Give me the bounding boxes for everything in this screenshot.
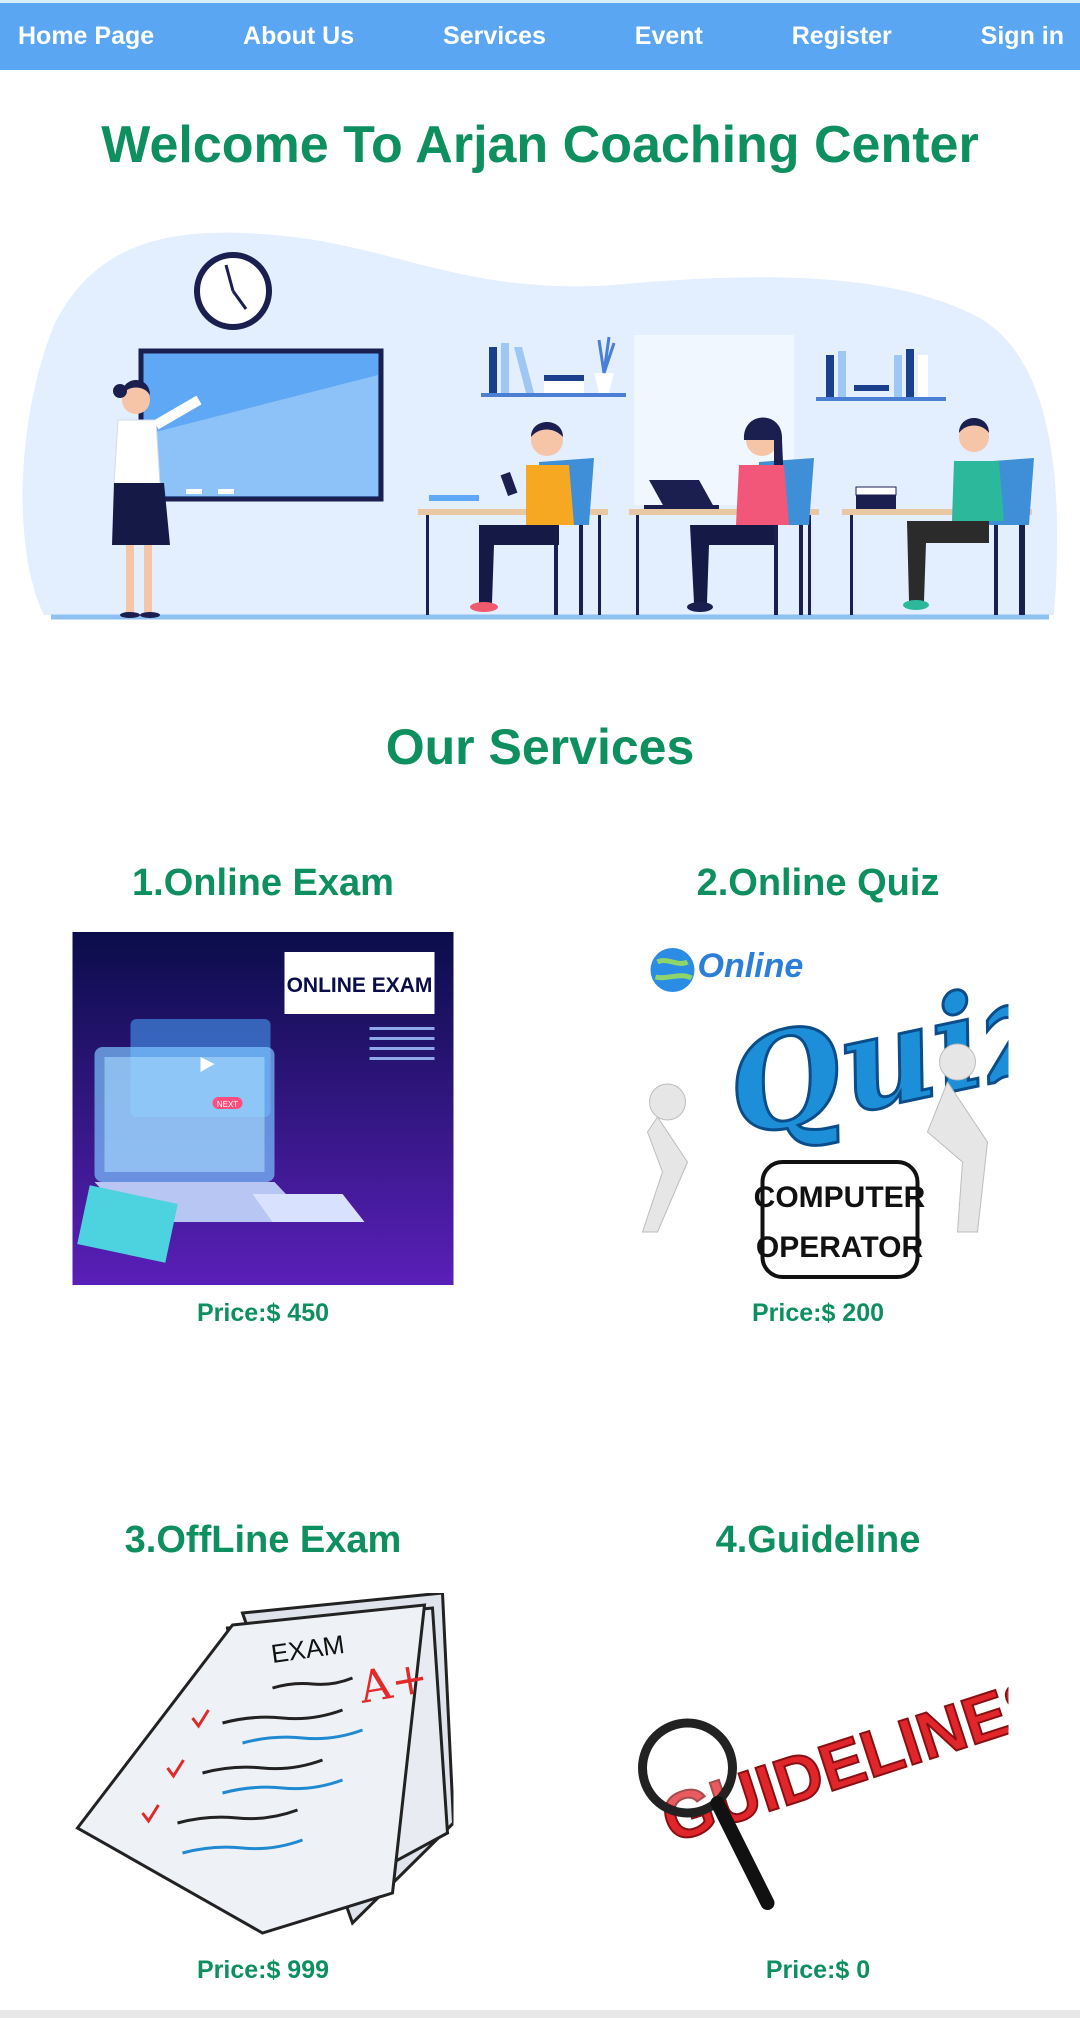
service-card-online-exam[interactable]: 1.Online Exam ONLINE EXAM NEXT Price:$ 4… bbox=[28, 862, 498, 1327]
service-card-offline-exam[interactable]: 3.OffLine Exam EXAM A+ Price:$ 999 bbox=[28, 1519, 498, 1984]
offline-exam-image: EXAM A+ bbox=[72, 1593, 454, 1938]
service-card-online-quiz[interactable]: 2.Online Quiz Online Quiz COMPUTER OPERA… bbox=[583, 862, 1053, 1327]
svg-text:COMPUTER: COMPUTER bbox=[754, 1181, 926, 1214]
svg-text:Online: Online bbox=[698, 947, 804, 985]
nav-register[interactable]: Register bbox=[792, 22, 892, 51]
bottom-scroll-edge bbox=[0, 2010, 1080, 2018]
clock-icon bbox=[194, 252, 272, 330]
svg-text:OPERATOR: OPERATOR bbox=[756, 1231, 924, 1264]
svg-text:NEXT: NEXT bbox=[217, 1100, 238, 1109]
top-navbar: Home Page About Us Services Event Regist… bbox=[0, 0, 1080, 70]
service-name: 1.Online Exam bbox=[132, 862, 394, 904]
classroom-illustration bbox=[22, 232, 1058, 620]
service-price: Price:$ 0 bbox=[765, 1956, 871, 1984]
service-card-guideline[interactable]: 4.Guideline GUIDELINES Price:$ 0 bbox=[583, 1519, 1053, 1984]
nav-home-page[interactable]: Home Page bbox=[18, 22, 154, 51]
nav-event[interactable]: Event bbox=[635, 22, 703, 51]
service-name: 3.OffLine Exam bbox=[124, 1519, 402, 1561]
guidelines-image: GUIDELINES bbox=[627, 1593, 1009, 1938]
service-price: Price:$ 999 bbox=[196, 1956, 330, 1984]
service-name: 4.Guideline bbox=[715, 1519, 921, 1561]
nav-services[interactable]: Services bbox=[443, 22, 546, 51]
nav-sign-in[interactable]: Sign in bbox=[981, 22, 1064, 51]
service-name: 2.Online Quiz bbox=[696, 862, 940, 904]
svg-text:ONLINE EXAM: ONLINE EXAM bbox=[287, 974, 433, 997]
services-title: Our Services bbox=[385, 719, 695, 775]
service-price: Price:$ 450 bbox=[196, 1299, 330, 1327]
nav-about-us[interactable]: About Us bbox=[243, 22, 354, 51]
service-price: Price:$ 200 bbox=[751, 1299, 885, 1327]
online-quiz-image: Online Quiz COMPUTER OPERATOR bbox=[627, 932, 1009, 1285]
page-title: Welcome To Arjan Coaching Center bbox=[101, 116, 979, 174]
online-exam-image: ONLINE EXAM NEXT bbox=[72, 932, 454, 1285]
